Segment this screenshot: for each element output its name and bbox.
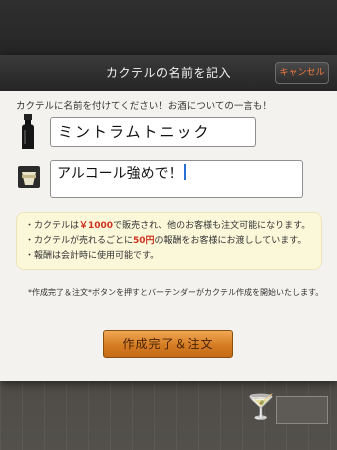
comment-input[interactable]: アルコール強めで！ <box>50 160 303 198</box>
order-note: *作成完了＆注文*ボタンを押すとバーテンダーがカクテル作成を開始いたします。 <box>28 288 324 297</box>
comment-text: アルコール強めで！ <box>57 166 183 182</box>
background-top-bar <box>0 0 337 55</box>
info-line-reward-pre: ・カクテルが売れるごとに <box>25 236 134 246</box>
martini-glass-icon: 🍸 <box>246 393 276 421</box>
info-line-price-post: で販売され、他のお客様も注文可能になります。 <box>113 221 311 231</box>
drink-icon <box>18 166 40 188</box>
bottle-icon <box>22 114 34 149</box>
text-caret <box>183 164 186 180</box>
cocktail-name-input[interactable]: ミントラムトニック <box>50 117 256 147</box>
instruction-text: カクテルに名前を付けてください！お酒についての一言も！ <box>16 101 272 112</box>
background-panel <box>276 396 328 424</box>
info-line-price-pre: ・カクテルは <box>25 221 80 231</box>
info-line-reward: ・カクテルが売れるごとに50円の報酬をお客様にお渡ししています。 <box>25 234 313 249</box>
info-line-usage: ・報酬は会計時に使用可能です。 <box>25 251 160 261</box>
info-box: ・カクテルは￥1000で販売され、他のお客様も注文可能になります。 ・カクテルが… <box>16 212 322 270</box>
price-highlight: ￥1000 <box>79 221 114 231</box>
info-line-reward-post: の報酬をお客様にお渡ししています。 <box>154 236 307 246</box>
reward-highlight: 50円 <box>133 236 155 246</box>
cancel-button[interactable]: キャンセル <box>275 62 329 84</box>
info-line-price: ・カクテルは￥1000で販売され、他のお客様も注文可能になります。 <box>25 219 313 234</box>
complete-and-order-button[interactable]: 作成完了＆注文 <box>103 330 233 358</box>
